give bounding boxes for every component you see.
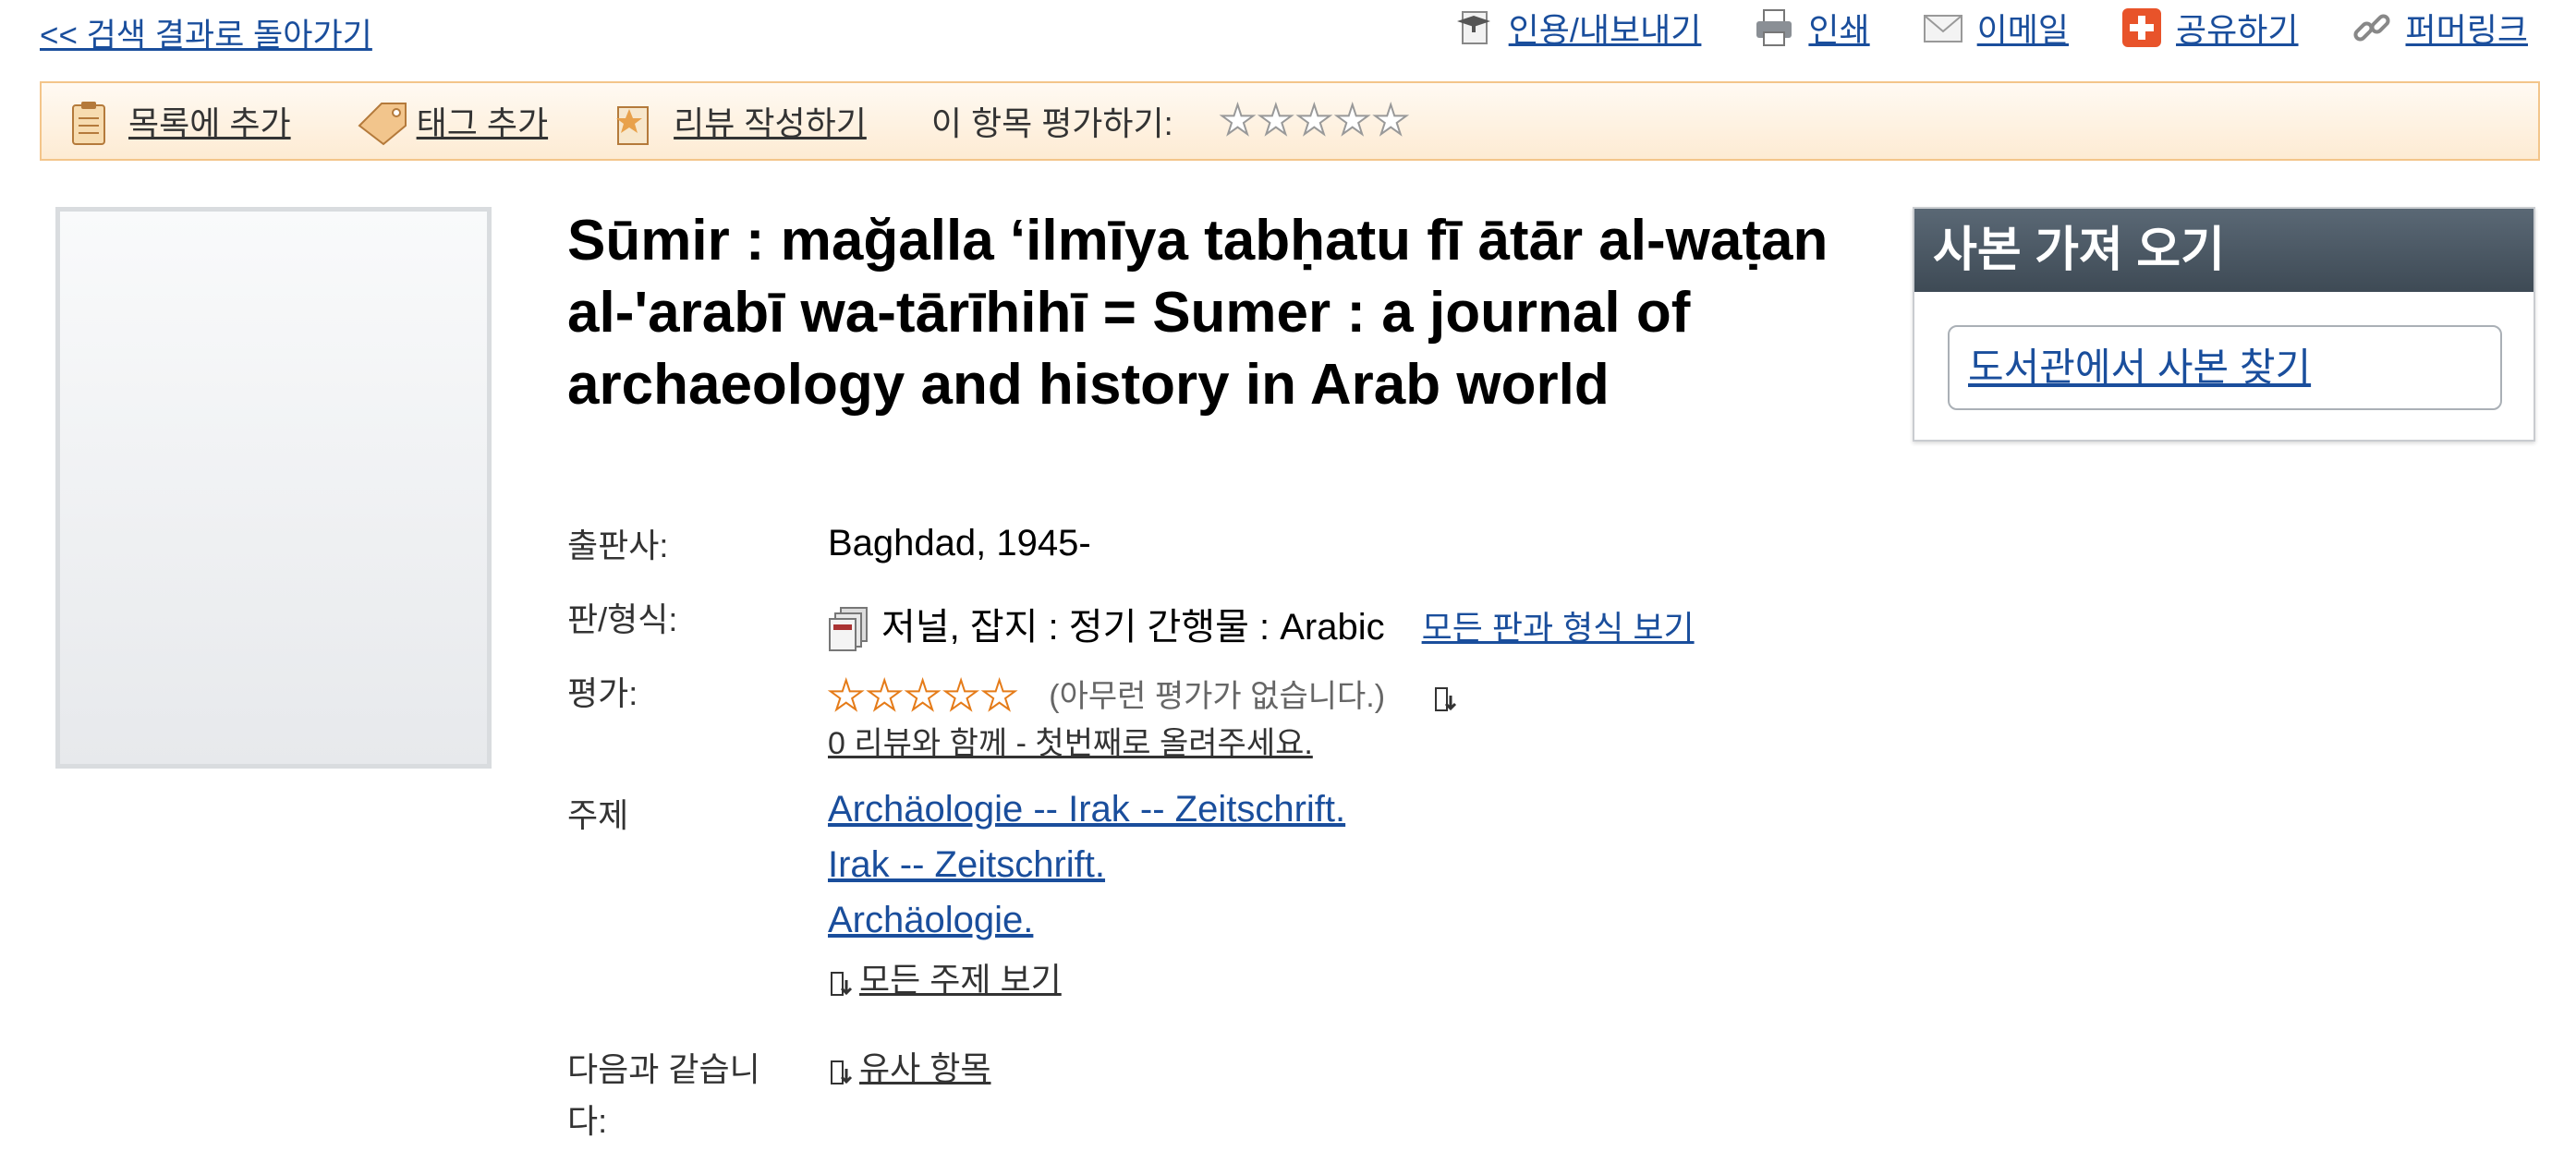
view-all-editions-link[interactable]: 모든 판과 형식 보기 <box>1422 609 1695 647</box>
share-label: 공유하기 <box>2176 11 2299 49</box>
back-to-results-link[interactable]: << 검색 결과로 돌아가기 <box>40 9 372 56</box>
cover-image-placeholder <box>55 207 492 769</box>
star-icon[interactable]: ★ <box>1333 100 1371 142</box>
share-icon <box>2120 6 2163 49</box>
expand-icon <box>828 1055 856 1085</box>
star-icon: ★ <box>827 673 865 720</box>
record-title: Sūmir : mağalla ʻilmīya tabḥatu fī ātār … <box>567 209 1829 417</box>
get-copy-panel: 사본 가져 오기 도서관에서 사본 찾기 <box>1913 207 2535 442</box>
print-icon <box>1753 6 1795 49</box>
no-ratings-text: (아무런 평가가 없습니다.) <box>1049 679 1386 714</box>
star-icon[interactable]: ★ <box>1371 100 1409 142</box>
permalink-icon <box>2351 6 2393 49</box>
cite-export-button[interactable]: 인용/내보내기 <box>1453 4 1702 52</box>
star-icon: ★ <box>980 673 1018 720</box>
cite-export-icon <box>1453 6 1496 49</box>
write-review-button[interactable]: 리뷰 작성하기 <box>613 97 867 145</box>
clipboard-list-icon <box>67 100 110 145</box>
view-all-subjects-link[interactable]: 모든 주제 보기 <box>859 961 1062 999</box>
print-button[interactable]: 인쇄 <box>1753 4 1870 52</box>
publisher-label: 출판사: <box>567 527 669 564</box>
similar-items-link[interactable]: 유사 항목 <box>859 1049 990 1087</box>
subject-link[interactable]: Archäologie -- Irak -- Zeitschrift. <box>828 781 1345 837</box>
permalink-button[interactable]: 퍼머링크 <box>2351 4 2528 52</box>
top-actions: 인용/내보내기 인쇄 이메일 공유하기 퍼머링크 <box>1453 4 2528 52</box>
rate-item-stars[interactable]: ★ ★ ★ ★ ★ <box>1219 100 1410 142</box>
rate-item-label: 이 항목 평가하기: <box>930 104 1173 142</box>
subjects-label: 주제 <box>567 796 629 834</box>
publisher-value: Baghdad, 1945- <box>828 523 1091 563</box>
star-icon: ★ <box>865 673 903 720</box>
add-tag-label: 태그 추가 <box>416 104 549 142</box>
share-button[interactable]: 공유하기 <box>2120 4 2299 52</box>
expand-icon[interactable] <box>1432 682 1460 712</box>
add-to-list-button[interactable]: 목록에 추가 <box>67 97 291 145</box>
subject-link[interactable]: Irak -- Zeitschrift. <box>828 837 1345 892</box>
cite-export-label: 인용/내보내기 <box>1508 11 1702 49</box>
email-button[interactable]: 이메일 <box>1922 4 2069 52</box>
tag-icon <box>356 100 407 146</box>
subject-link[interactable]: Archäologie. <box>828 892 1345 948</box>
add-tag-button[interactable]: 태그 추가 <box>356 97 549 146</box>
periodical-icon <box>828 606 870 652</box>
record-rating-stars: ★ ★ ★ ★ ★ <box>827 673 1018 720</box>
email-label: 이메일 <box>1976 11 2070 49</box>
find-copy-in-library-button[interactable]: 도서관에서 사본 찾기 <box>1948 325 2502 410</box>
star-icon[interactable]: ★ <box>1257 100 1294 142</box>
get-copy-header: 사본 가져 오기 <box>1914 209 2533 292</box>
similar-label: 다음과 같습니다: <box>567 1050 760 1140</box>
reviews-link[interactable]: 0 리뷰와 함께 - 첫번째로 올려주세요. <box>828 718 1464 763</box>
item-toolbar: 목록에 추가 태그 추가 리뷰 작성하기 이 항목 평가하기: ★ ★ ★ ★ … <box>40 81 2540 161</box>
format-label: 판/형식: <box>567 600 678 638</box>
review-icon <box>613 100 655 145</box>
star-icon: ★ <box>942 673 979 720</box>
format-value: 저널, 잡지 : 정기 간행물 : Arabic <box>881 607 1385 648</box>
expand-icon <box>828 966 856 997</box>
top-bar: << 검색 결과로 돌아가기 인용/내보내기 인쇄 이메일 공유하기 퍼머링크 <box>0 0 2576 57</box>
star-icon[interactable]: ★ <box>1219 100 1257 142</box>
email-icon <box>1922 6 1964 49</box>
rating-label: 평가: <box>567 674 638 712</box>
permalink-label: 퍼머링크 <box>2405 11 2528 49</box>
write-review-label: 리뷰 작성하기 <box>674 104 867 142</box>
print-label: 인쇄 <box>1808 11 1870 49</box>
add-to-list-label: 목록에 추가 <box>128 104 291 142</box>
star-icon[interactable]: ★ <box>1295 100 1333 142</box>
star-icon: ★ <box>904 673 942 720</box>
